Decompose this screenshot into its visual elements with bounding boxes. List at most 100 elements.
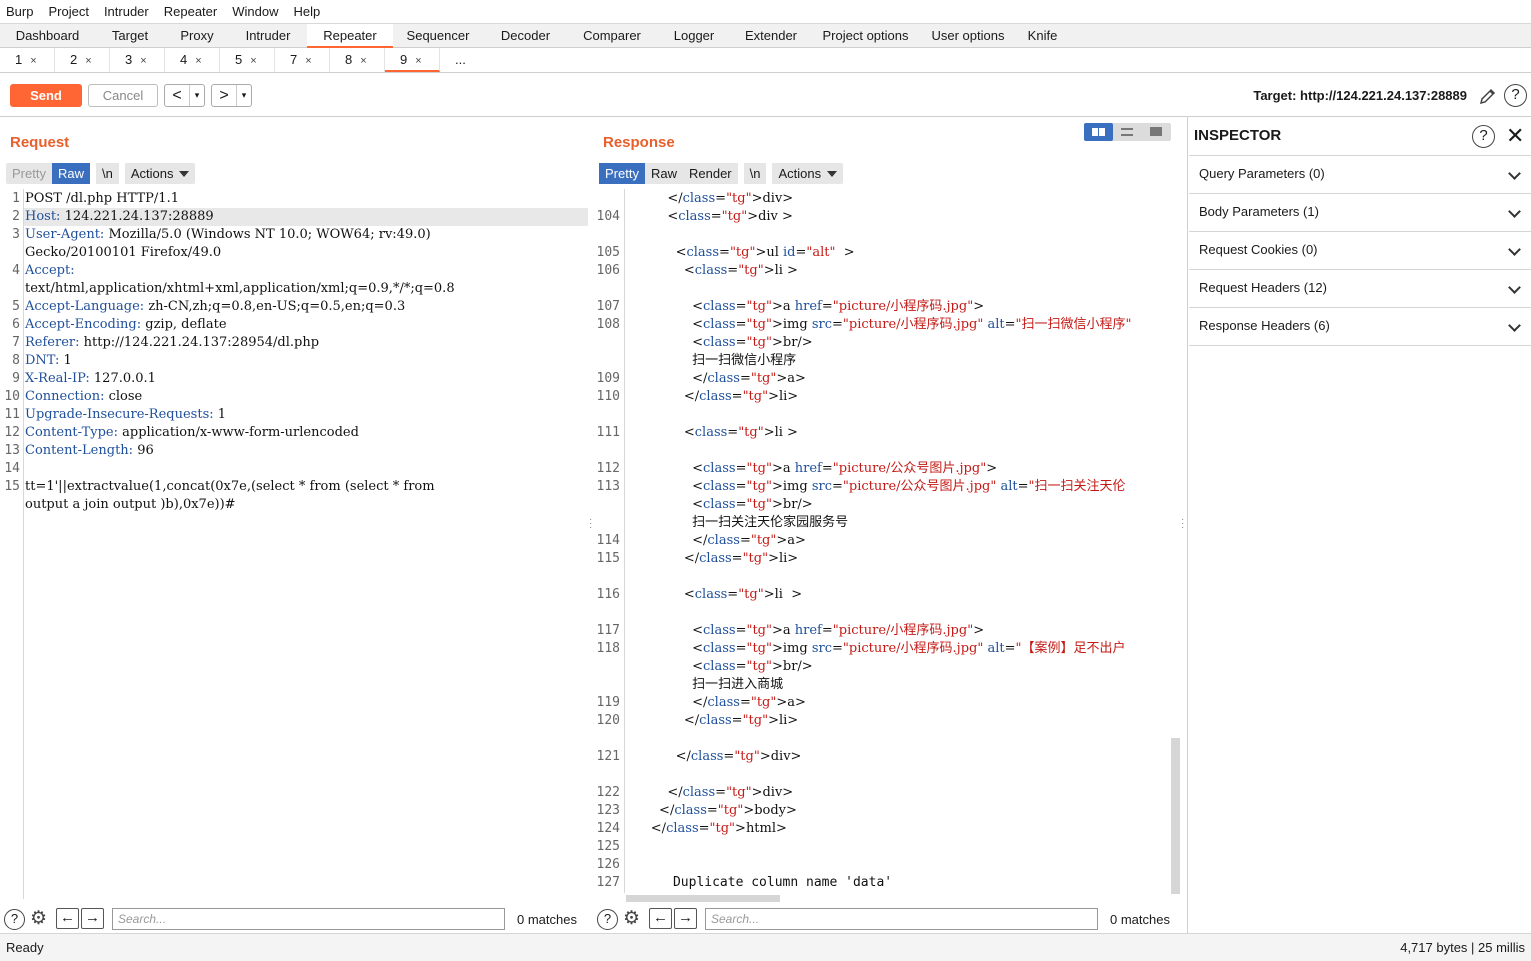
close-tab-icon[interactable]: × bbox=[415, 55, 421, 67]
help-icon[interactable]: ? bbox=[1504, 84, 1527, 107]
close-tab-icon[interactable]: × bbox=[85, 55, 91, 67]
response-actions-menu[interactable]: Actions bbox=[772, 163, 843, 184]
response-tab-raw[interactable]: Raw bbox=[645, 163, 683, 184]
header-value: tt=1'||extractvalue(1,concat(0x7e,(selec… bbox=[25, 479, 435, 494]
response-hscrollbar[interactable] bbox=[626, 895, 780, 902]
help-icon[interactable]: ? bbox=[4, 909, 25, 930]
header-value: text/html,application/xhtml+xml,applicat… bbox=[25, 281, 455, 296]
menu-intruder[interactable]: Intruder bbox=[104, 4, 149, 19]
line-number: 104 bbox=[596, 209, 620, 224]
tab-comparer[interactable]: Comparer bbox=[568, 24, 656, 48]
repeater-tab-3[interactable]: 3 × bbox=[110, 48, 165, 72]
inspector-help-icon[interactable]: ? bbox=[1472, 125, 1495, 148]
back-button[interactable]: < bbox=[165, 85, 189, 106]
header-value: close bbox=[104, 389, 143, 404]
menu-project[interactable]: Project bbox=[48, 4, 88, 19]
forward-nav[interactable]: > ▾ bbox=[211, 84, 252, 107]
inspector-section[interactable]: Request Headers (12) bbox=[1189, 270, 1531, 308]
splitter-handle-right[interactable]: · · · bbox=[1181, 515, 1184, 533]
forward-history-dropdown[interactable]: ▾ bbox=[236, 85, 251, 106]
response-tab-newline[interactable]: \n bbox=[744, 163, 767, 184]
close-tab-icon[interactable]: × bbox=[360, 55, 366, 67]
menu-repeater[interactable]: Repeater bbox=[164, 4, 217, 19]
close-tab-icon[interactable]: × bbox=[30, 55, 36, 67]
repeater-tab-9[interactable]: 9 × bbox=[385, 48, 440, 72]
back-nav[interactable]: < ▾ bbox=[164, 84, 205, 107]
menu-burp[interactable]: Burp bbox=[6, 4, 33, 19]
response-tab-render[interactable]: Render bbox=[683, 163, 738, 184]
menu-help[interactable]: Help bbox=[293, 4, 320, 19]
tab-target[interactable]: Target bbox=[95, 24, 165, 48]
cancel-button[interactable]: Cancel bbox=[88, 84, 158, 107]
layout-split-icon[interactable] bbox=[1084, 123, 1113, 141]
tab-decoder[interactable]: Decoder bbox=[483, 24, 568, 48]
chevron-down-icon bbox=[1508, 243, 1521, 256]
tab-sequencer[interactable]: Sequencer bbox=[393, 24, 483, 48]
send-button[interactable]: Send bbox=[10, 84, 82, 107]
next-match-button[interactable]: → bbox=[81, 908, 104, 929]
repeater-tab-label: 9 bbox=[400, 52, 408, 67]
close-tab-icon[interactable]: × bbox=[250, 55, 256, 67]
gear-icon[interactable]: ⚙ bbox=[621, 908, 642, 929]
repeater-tab-5[interactable]: 5 × bbox=[220, 48, 275, 72]
line-number: 10 bbox=[4, 389, 20, 404]
syntax-token: "tg" bbox=[746, 335, 772, 350]
back-history-dropdown[interactable]: ▾ bbox=[189, 85, 204, 106]
repeater-tab-4[interactable]: 4 × bbox=[165, 48, 220, 72]
response-tab-pretty[interactable]: Pretty bbox=[599, 163, 645, 184]
pencil-icon[interactable] bbox=[1478, 86, 1498, 106]
close-tab-icon[interactable]: × bbox=[195, 55, 201, 67]
line-number: 3 bbox=[12, 227, 20, 242]
tab-proxy[interactable]: Proxy bbox=[165, 24, 229, 48]
forward-button[interactable]: > bbox=[212, 85, 236, 106]
response-line: Duplicate column name 'data' bbox=[626, 875, 893, 890]
next-match-button[interactable]: → bbox=[674, 908, 697, 929]
syntax-token: class bbox=[703, 335, 736, 350]
inspector-section[interactable]: Request Cookies (0) bbox=[1189, 232, 1531, 270]
close-icon[interactable]: ✕ bbox=[1506, 123, 1524, 149]
repeater-tab-2[interactable]: 2 × bbox=[55, 48, 110, 72]
tab-intruder[interactable]: Intruder bbox=[229, 24, 307, 48]
tab-project-options[interactable]: Project options bbox=[810, 24, 921, 48]
target-label: Target: http://124.221.24.137:28889 bbox=[1253, 88, 1467, 103]
syntax-token: src bbox=[811, 641, 832, 656]
inspector-section[interactable]: Body Parameters (1) bbox=[1189, 194, 1531, 232]
gear-icon[interactable]: ⚙ bbox=[28, 908, 49, 929]
repeater-tab-more[interactable]: ... bbox=[440, 48, 495, 72]
repeater-tab-8[interactable]: 8 × bbox=[330, 48, 385, 72]
layout-single-icon[interactable] bbox=[1150, 127, 1162, 136]
response-scrollbar[interactable] bbox=[1171, 738, 1180, 894]
help-icon[interactable]: ? bbox=[597, 909, 618, 930]
request-actions-menu[interactable]: Actions bbox=[125, 163, 196, 184]
tab-knife[interactable]: Knife bbox=[1015, 24, 1070, 48]
request-tab-pretty[interactable]: Pretty bbox=[6, 163, 52, 184]
repeater-tab-7[interactable]: 7 × bbox=[275, 48, 330, 72]
inspector-section[interactable]: Query Parameters (0) bbox=[1189, 156, 1531, 194]
syntax-token: alt bbox=[1000, 479, 1018, 494]
splitter-handle[interactable]: · · · bbox=[589, 515, 592, 533]
tab-repeater[interactable]: Repeater bbox=[307, 24, 393, 48]
layout-horizontal-icon[interactable] bbox=[1121, 128, 1133, 136]
request-tab-newline[interactable]: \n bbox=[96, 163, 119, 184]
inspector-panel: INSPECTOR ? ✕ Query Parameters (0) Body P… bbox=[1187, 117, 1531, 933]
tab-logger[interactable]: Logger bbox=[656, 24, 732, 48]
syntax-token: "tg" bbox=[742, 389, 769, 404]
request-tab-raw[interactable]: Raw bbox=[51, 163, 90, 184]
close-tab-icon[interactable]: × bbox=[140, 55, 146, 67]
request-search-input[interactable]: Search... bbox=[112, 908, 505, 930]
prev-match-button[interactable]: ← bbox=[56, 908, 79, 929]
tab-extender[interactable]: Extender bbox=[732, 24, 810, 48]
tab-user-options[interactable]: User options bbox=[921, 24, 1015, 48]
response-editor[interactable]: </class="tg">div> 104 <class="tg">div > 10… bbox=[595, 190, 1172, 894]
header-name: DNT: bbox=[25, 353, 60, 368]
tab-dashboard[interactable]: Dashboard bbox=[0, 24, 95, 48]
menu-window[interactable]: Window bbox=[232, 4, 278, 19]
syntax-token: "tg" bbox=[721, 209, 748, 224]
repeater-tab-1[interactable]: 1 × bbox=[0, 48, 55, 72]
close-tab-icon[interactable]: × bbox=[305, 55, 311, 67]
request-editor[interactable]: 1 POST /dl.php HTTP/1.1 2 Host: 124.221.24.… bbox=[0, 190, 590, 900]
response-search-input[interactable]: Search... bbox=[705, 908, 1098, 930]
header-value: output a join output )b),0x7e))# bbox=[25, 497, 236, 512]
prev-match-button[interactable]: ← bbox=[649, 908, 672, 929]
inspector-section[interactable]: Response Headers (6) bbox=[1189, 308, 1531, 346]
